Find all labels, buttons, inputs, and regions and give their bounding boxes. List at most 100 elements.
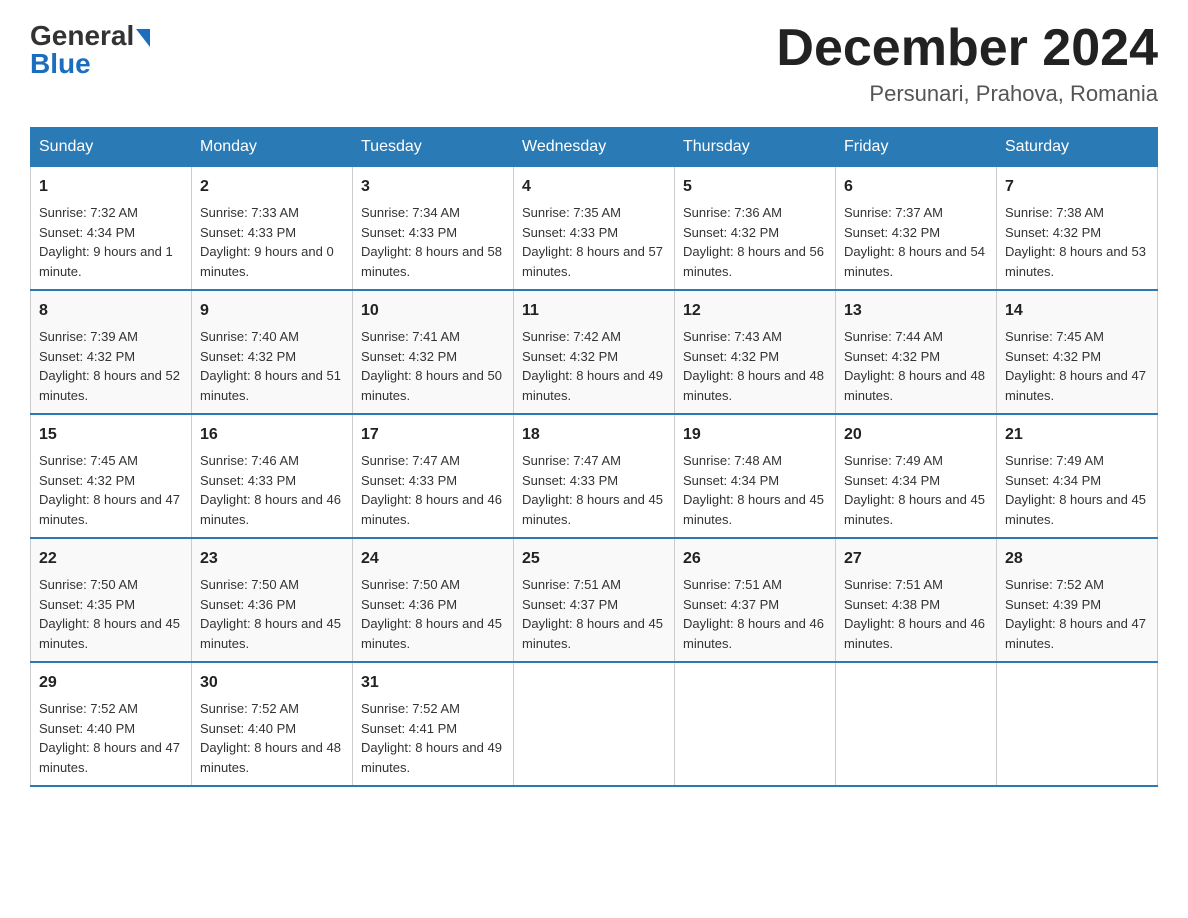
calendar-cell	[836, 662, 997, 786]
calendar-cell: 27Sunrise: 7:51 AMSunset: 4:38 PMDayligh…	[836, 538, 997, 662]
header-thursday: Thursday	[675, 128, 836, 167]
day-number: 21	[1005, 423, 1149, 447]
week-row-2: 8 Sunrise: 7:39 AMSunset: 4:32 PMDaylight…	[31, 290, 1158, 414]
day-number: 13	[844, 299, 988, 323]
day-number: 17	[361, 423, 505, 447]
day-info: Sunrise: 7:49 AMSunset: 4:34 PMDaylight:…	[844, 451, 988, 529]
calendar-cell: 2 Sunrise: 7:33 AMSunset: 4:33 PMDaylight…	[192, 167, 353, 291]
calendar-cell: 3 Sunrise: 7:34 AMSunset: 4:33 PMDaylight…	[353, 167, 514, 291]
calendar-cell: 16 Sunrise: 7:46 AMSunset: 4:33 PMDayligh…	[192, 414, 353, 538]
page-header: General Blue December 2024 Persunari, Pr…	[30, 20, 1158, 107]
day-number: 14	[1005, 299, 1149, 323]
day-number: 12	[683, 299, 827, 323]
day-number: 30	[200, 671, 344, 695]
day-info: Sunrise: 7:45 AMSunset: 4:32 PMDaylight:…	[1005, 327, 1149, 405]
day-info: Sunrise: 7:32 AMSunset: 4:34 PMDaylight:…	[39, 203, 183, 281]
day-number: 31	[361, 671, 505, 695]
calendar-cell: 15 Sunrise: 7:45 AMSunset: 4:32 PMDayligh…	[31, 414, 192, 538]
day-info: Sunrise: 7:35 AMSunset: 4:33 PMDaylight:…	[522, 203, 666, 281]
logo-arrow-icon	[136, 29, 150, 47]
day-number: 6	[844, 175, 988, 199]
day-info: Sunrise: 7:46 AMSunset: 4:33 PMDaylight:…	[200, 451, 344, 529]
calendar-cell: 8 Sunrise: 7:39 AMSunset: 4:32 PMDaylight…	[31, 290, 192, 414]
calendar-cell: 9Sunrise: 7:40 AMSunset: 4:32 PMDaylight…	[192, 290, 353, 414]
week-row-5: 29 Sunrise: 7:52 AMSunset: 4:40 PMDayligh…	[31, 662, 1158, 786]
calendar-cell: 12Sunrise: 7:43 AMSunset: 4:32 PMDayligh…	[675, 290, 836, 414]
calendar-cell	[675, 662, 836, 786]
logo-blue-text: Blue	[30, 48, 91, 80]
calendar-cell: 7Sunrise: 7:38 AMSunset: 4:32 PMDaylight…	[997, 167, 1158, 291]
day-number: 25	[522, 547, 666, 571]
calendar-cell: 30 Sunrise: 7:52 AMSunset: 4:40 PMDayligh…	[192, 662, 353, 786]
calendar-cell: 23 Sunrise: 7:50 AMSunset: 4:36 PMDayligh…	[192, 538, 353, 662]
header-friday: Friday	[836, 128, 997, 167]
calendar-cell: 25 Sunrise: 7:51 AMSunset: 4:37 PMDayligh…	[514, 538, 675, 662]
day-info: Sunrise: 7:33 AMSunset: 4:33 PMDaylight:…	[200, 203, 344, 281]
day-number: 10	[361, 299, 505, 323]
header-saturday: Saturday	[997, 128, 1158, 167]
day-info: Sunrise: 7:38 AMSunset: 4:32 PMDaylight:…	[1005, 203, 1149, 281]
day-info: Sunrise: 7:51 AMSunset: 4:37 PMDaylight:…	[683, 575, 827, 653]
calendar-cell: 4 Sunrise: 7:35 AMSunset: 4:33 PMDaylight…	[514, 167, 675, 291]
calendar-cell: 24 Sunrise: 7:50 AMSunset: 4:36 PMDayligh…	[353, 538, 514, 662]
calendar-cell: 13 Sunrise: 7:44 AMSunset: 4:32 PMDayligh…	[836, 290, 997, 414]
calendar-cell: 29 Sunrise: 7:52 AMSunset: 4:40 PMDayligh…	[31, 662, 192, 786]
calendar-header-row: SundayMondayTuesdayWednesdayThursdayFrid…	[31, 128, 1158, 167]
header-tuesday: Tuesday	[353, 128, 514, 167]
day-info: Sunrise: 7:45 AMSunset: 4:32 PMDaylight:…	[39, 451, 183, 529]
day-number: 8	[39, 299, 183, 323]
day-info: Sunrise: 7:52 AMSunset: 4:39 PMDaylight:…	[1005, 575, 1149, 653]
calendar-cell: 10Sunrise: 7:41 AMSunset: 4:32 PMDayligh…	[353, 290, 514, 414]
day-info: Sunrise: 7:49 AMSunset: 4:34 PMDaylight:…	[1005, 451, 1149, 529]
day-info: Sunrise: 7:50 AMSunset: 4:36 PMDaylight:…	[361, 575, 505, 653]
week-row-3: 15 Sunrise: 7:45 AMSunset: 4:32 PMDayligh…	[31, 414, 1158, 538]
day-number: 24	[361, 547, 505, 571]
day-number: 1	[39, 175, 183, 199]
day-info: Sunrise: 7:52 AMSunset: 4:40 PMDaylight:…	[39, 699, 183, 777]
day-info: Sunrise: 7:39 AMSunset: 4:32 PMDaylight:…	[39, 327, 183, 405]
calendar-cell: 28 Sunrise: 7:52 AMSunset: 4:39 PMDayligh…	[997, 538, 1158, 662]
day-number: 18	[522, 423, 666, 447]
week-row-4: 22Sunrise: 7:50 AMSunset: 4:35 PMDayligh…	[31, 538, 1158, 662]
day-number: 19	[683, 423, 827, 447]
day-number: 2	[200, 175, 344, 199]
day-info: Sunrise: 7:42 AMSunset: 4:32 PMDaylight:…	[522, 327, 666, 405]
calendar-cell	[997, 662, 1158, 786]
calendar-cell: 14 Sunrise: 7:45 AMSunset: 4:32 PMDayligh…	[997, 290, 1158, 414]
day-info: Sunrise: 7:52 AMSunset: 4:41 PMDaylight:…	[361, 699, 505, 777]
calendar-cell: 20Sunrise: 7:49 AMSunset: 4:34 PMDayligh…	[836, 414, 997, 538]
day-info: Sunrise: 7:50 AMSunset: 4:35 PMDaylight:…	[39, 575, 183, 653]
calendar-cell: 19 Sunrise: 7:48 AMSunset: 4:34 PMDayligh…	[675, 414, 836, 538]
day-info: Sunrise: 7:36 AMSunset: 4:32 PMDaylight:…	[683, 203, 827, 281]
day-info: Sunrise: 7:47 AMSunset: 4:33 PMDaylight:…	[522, 451, 666, 529]
day-number: 15	[39, 423, 183, 447]
day-number: 16	[200, 423, 344, 447]
day-info: Sunrise: 7:44 AMSunset: 4:32 PMDaylight:…	[844, 327, 988, 405]
day-number: 29	[39, 671, 183, 695]
header-sunday: Sunday	[31, 128, 192, 167]
month-title: December 2024	[776, 20, 1158, 77]
day-number: 4	[522, 175, 666, 199]
day-number: 28	[1005, 547, 1149, 571]
day-info: Sunrise: 7:37 AMSunset: 4:32 PMDaylight:…	[844, 203, 988, 281]
week-row-1: 1 Sunrise: 7:32 AMSunset: 4:34 PMDaylight…	[31, 167, 1158, 291]
day-number: 11	[522, 299, 666, 323]
calendar-cell: 11 Sunrise: 7:42 AMSunset: 4:32 PMDayligh…	[514, 290, 675, 414]
day-info: Sunrise: 7:51 AMSunset: 4:37 PMDaylight:…	[522, 575, 666, 653]
day-number: 27	[844, 547, 988, 571]
day-info: Sunrise: 7:40 AMSunset: 4:32 PMDaylight:…	[200, 327, 344, 405]
day-number: 26	[683, 547, 827, 571]
header-monday: Monday	[192, 128, 353, 167]
day-info: Sunrise: 7:34 AMSunset: 4:33 PMDaylight:…	[361, 203, 505, 281]
day-info: Sunrise: 7:50 AMSunset: 4:36 PMDaylight:…	[200, 575, 344, 653]
day-info: Sunrise: 7:52 AMSunset: 4:40 PMDaylight:…	[200, 699, 344, 777]
day-number: 3	[361, 175, 505, 199]
calendar-cell: 5Sunrise: 7:36 AMSunset: 4:32 PMDaylight…	[675, 167, 836, 291]
calendar-cell: 1 Sunrise: 7:32 AMSunset: 4:34 PMDaylight…	[31, 167, 192, 291]
location-subtitle: Persunari, Prahova, Romania	[776, 81, 1158, 107]
day-number: 23	[200, 547, 344, 571]
calendar-cell: 22Sunrise: 7:50 AMSunset: 4:35 PMDayligh…	[31, 538, 192, 662]
day-info: Sunrise: 7:48 AMSunset: 4:34 PMDaylight:…	[683, 451, 827, 529]
calendar-cell: 31 Sunrise: 7:52 AMSunset: 4:41 PMDayligh…	[353, 662, 514, 786]
header-wednesday: Wednesday	[514, 128, 675, 167]
